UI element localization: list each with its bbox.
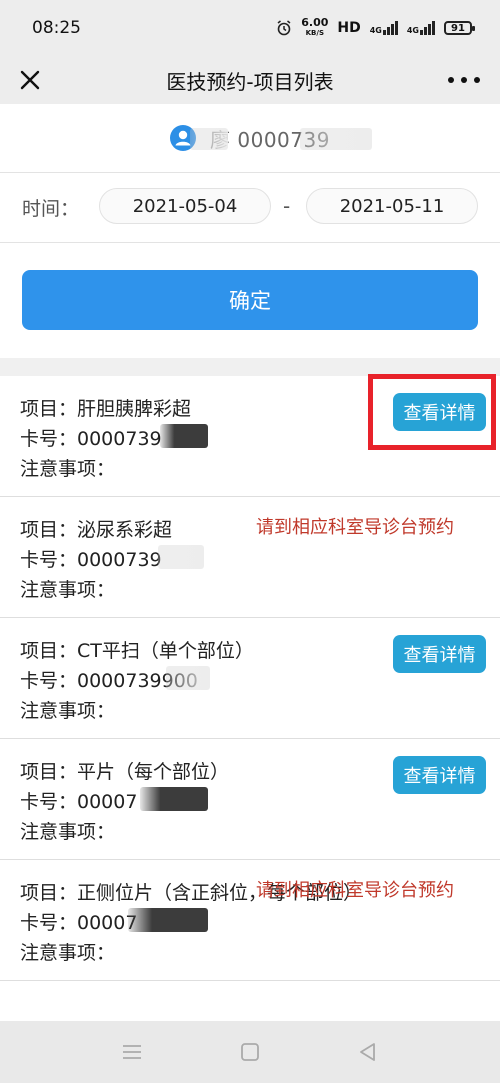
notes-label: 注意事项： bbox=[20, 458, 116, 480]
signal-2-label: 4G bbox=[406, 26, 419, 35]
card-number: 卡号：00007 bbox=[20, 912, 138, 934]
privacy-mask bbox=[160, 424, 208, 448]
project-name: 项目：肝胆胰脾彩超 bbox=[20, 398, 192, 420]
net-speed-value: 6.00 bbox=[301, 16, 329, 29]
list-item: 项目：泌尿系彩超 卡号：0000739 注意事项： 请到相应科室导诊台预约 bbox=[0, 497, 500, 618]
card-number: 卡号：0000739 bbox=[20, 428, 162, 450]
project-name: 项目：泌尿系彩超 bbox=[20, 519, 173, 541]
notes-label: 注意事项： bbox=[20, 942, 116, 964]
view-details-button[interactable]: 查看详情 bbox=[393, 393, 486, 431]
notes-label: 注意事项： bbox=[20, 579, 116, 601]
divider bbox=[0, 242, 500, 243]
signal-bars-2-icon bbox=[420, 21, 435, 35]
battery-icon: 91 bbox=[444, 21, 475, 35]
list-item: 项目：正侧位片（含正斜位，每个部位） 卡号：00007 注意事项： 请到相应科室… bbox=[0, 860, 500, 981]
battery-level: 91 bbox=[451, 22, 465, 34]
privacy-mask bbox=[166, 666, 210, 690]
menu-icon[interactable] bbox=[120, 1040, 144, 1064]
confirm-button[interactable]: 确定 bbox=[22, 270, 478, 330]
close-icon[interactable] bbox=[14, 64, 46, 96]
net-speed-unit: KB/S bbox=[305, 29, 324, 37]
project-name: 项目：CT平扫（单个部位） bbox=[20, 640, 254, 662]
card-number: 卡号：00007 bbox=[20, 791, 138, 813]
end-date-input[interactable]: 2021-05-11 bbox=[306, 188, 478, 224]
appointment-notice: 请到相应科室导诊台预约 bbox=[256, 880, 454, 901]
project-list: 项目：肝胆胰脾彩超 卡号：0000739 注意事项： 查看详情 项目：泌尿系彩超… bbox=[0, 374, 500, 981]
more-icon[interactable] bbox=[448, 68, 480, 92]
page-title: 医技预约-项目列表 bbox=[166, 69, 334, 94]
card-number: 卡号：0000739 bbox=[20, 549, 162, 571]
signal-2: 4G bbox=[407, 21, 435, 35]
list-item: 项目：CT平扫（单个部位） 卡号：0000739900 注意事项： 查看详情 bbox=[0, 618, 500, 739]
date-separator: - bbox=[283, 194, 291, 218]
home-icon[interactable] bbox=[238, 1040, 262, 1064]
privacy-mask bbox=[190, 128, 228, 150]
signal-1: 4G bbox=[370, 21, 398, 35]
signal-1-label: 4G bbox=[369, 26, 382, 35]
privacy-mask bbox=[128, 908, 208, 932]
list-item: 项目：肝胆胰脾彩超 卡号：0000739 注意事项： 查看详情 bbox=[0, 374, 500, 497]
status-time: 08:25 bbox=[32, 18, 81, 38]
appointment-notice: 请到相应科室导诊台预约 bbox=[256, 517, 454, 538]
net-speed: 6.00 KB/S bbox=[301, 16, 329, 38]
hd-label: HD bbox=[337, 20, 361, 36]
date-label: 时间： bbox=[22, 197, 80, 220]
privacy-mask bbox=[300, 128, 372, 150]
notes-label: 注意事项： bbox=[20, 821, 116, 843]
system-nav-bar bbox=[0, 1021, 500, 1083]
status-bar: 08:25 6.00 KB/S HD 4G 4G 91 bbox=[0, 0, 500, 56]
privacy-mask bbox=[158, 545, 204, 569]
project-name: 项目：平片（每个部位） bbox=[20, 761, 230, 783]
page-content: 廖 0000739 时间： 2021-05-04 - 2021-05-11 确定… bbox=[0, 104, 500, 1021]
notes-label: 注意事项： bbox=[20, 700, 116, 722]
signal-bars-icon bbox=[382, 21, 398, 35]
view-details-button[interactable]: 查看详情 bbox=[393, 756, 486, 794]
patient-info: 廖 0000739 bbox=[0, 104, 500, 172]
view-details-button[interactable]: 查看详情 bbox=[393, 635, 486, 673]
section-gap bbox=[0, 358, 500, 376]
date-filter: 时间： 2021-05-04 - 2021-05-11 bbox=[0, 172, 500, 242]
alarm-icon bbox=[277, 20, 291, 36]
back-icon[interactable] bbox=[356, 1040, 380, 1064]
start-date-input[interactable]: 2021-05-04 bbox=[99, 188, 271, 224]
status-icons: 6.00 KB/S HD 4G 4G 91 bbox=[276, 16, 475, 38]
list-item: 项目：平片（每个部位） 卡号：00007 注意事项： 查看详情 bbox=[0, 739, 500, 860]
privacy-mask bbox=[140, 787, 208, 811]
nav-bar: 医技预约-项目列表 bbox=[0, 56, 500, 104]
